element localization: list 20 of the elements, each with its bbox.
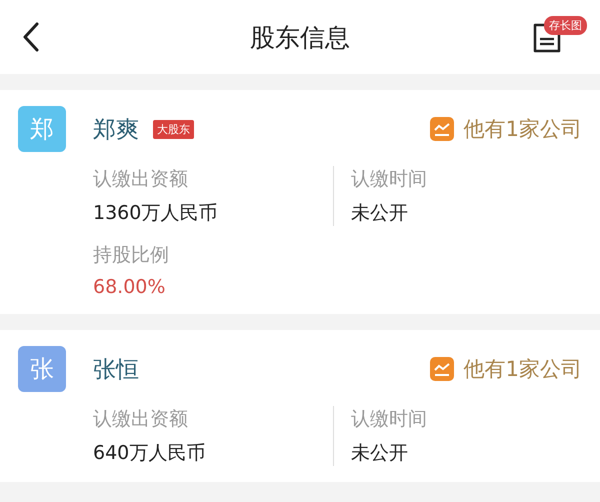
field-label: 持股比例: [93, 243, 169, 268]
field-value: 1360万人民币: [93, 201, 218, 226]
field-value: 未公开: [351, 201, 408, 226]
shareholder-name[interactable]: 郑爽: [93, 114, 139, 144]
field-label: 认缴出资额: [93, 407, 188, 432]
field-value: 640万人民币: [93, 441, 206, 466]
save-image-badge[interactable]: 存长图: [544, 16, 587, 35]
avatar: 郑: [18, 106, 66, 152]
field-label: 认缴时间: [351, 407, 427, 432]
back-icon[interactable]: [22, 22, 40, 52]
company-link[interactable]: 他有1家公司: [464, 115, 582, 143]
field-label: 认缴时间: [351, 167, 427, 192]
company-link[interactable]: 他有1家公司: [464, 355, 582, 383]
field-label: 认缴出资额: [93, 167, 188, 192]
major-shareholder-tag: 大股东: [153, 120, 194, 138]
field-value: 未公开: [351, 441, 408, 466]
avatar: 张: [18, 346, 66, 392]
field-value: 68.00%: [93, 276, 166, 298]
shareholder-name[interactable]: 张恒: [93, 354, 139, 384]
page-title: 股东信息: [250, 22, 350, 54]
